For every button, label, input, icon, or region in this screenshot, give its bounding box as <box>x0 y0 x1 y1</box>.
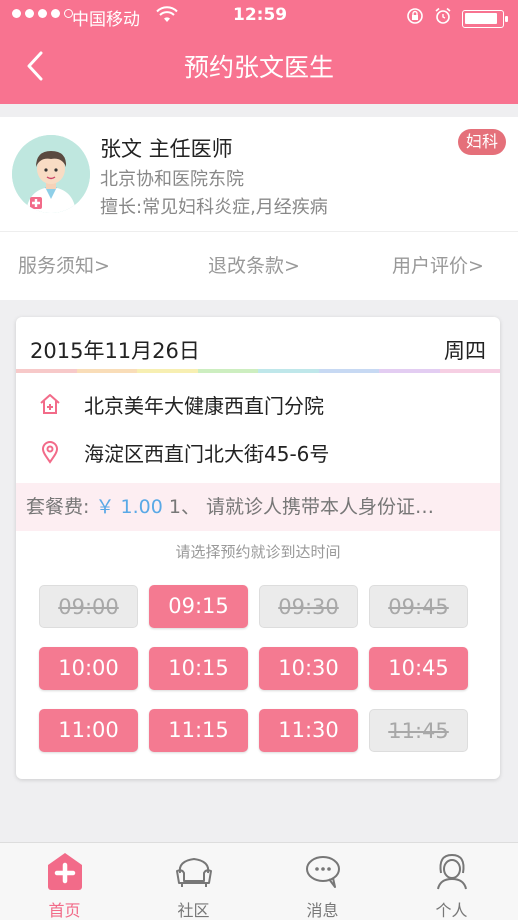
tab-label: 社区 <box>177 901 210 920</box>
time-slot-button[interactable]: 11:00 <box>39 709 138 752</box>
rotation-lock-icon <box>406 7 424 30</box>
clinic-address: 海淀区西直门北大街45-6号 <box>84 441 330 466</box>
department-tag: 妇科 <box>457 129 506 155</box>
time-slot-button: 09:45 <box>369 585 468 628</box>
back-button[interactable] <box>20 48 50 84</box>
tab-label: 消息 <box>306 901 339 920</box>
address-row: 海淀区西直门北大街45-6号 <box>16 428 500 476</box>
time-slot-button[interactable]: 11:15 <box>149 709 248 752</box>
alarm-icon <box>434 7 452 30</box>
appointment-weekday: 周四 <box>444 339 486 363</box>
tab-community[interactable]: 社区 <box>129 843 258 920</box>
signal-icon <box>12 9 73 18</box>
user-reviews-link[interactable]: 用户评价> <box>392 232 484 301</box>
time-slot-button[interactable]: 11:30 <box>259 709 358 752</box>
tab-home[interactable]: 首页 <box>0 843 129 920</box>
home-icon <box>45 851 85 891</box>
doctor-hospital: 北京协和医院东院 <box>100 169 244 190</box>
info-links: 服务须知> 退改条款> 用户评价> <box>0 231 518 300</box>
header: 中国移动 12:59 预约张文医生 <box>0 0 518 104</box>
time-slot-button: 11:45 <box>369 709 468 752</box>
sofa-icon <box>174 851 214 891</box>
refund-policy-link[interactable]: 退改条款> <box>208 232 300 301</box>
doctor-specialty: 擅长:常见妇科炎症,月经疾病 <box>100 197 328 218</box>
time-slot-button[interactable]: 10:15 <box>149 647 248 690</box>
person-icon <box>432 851 472 891</box>
time-slot-button[interactable]: 10:45 <box>369 647 468 690</box>
doctor-name: 张文 主任医师 <box>100 137 233 161</box>
house-icon <box>38 392 62 416</box>
time-slot-button[interactable]: 10:30 <box>259 647 358 690</box>
tab-profile[interactable]: 个人 <box>387 843 516 920</box>
appointment-card: 2015年11月26日 周四 北京美年大健康西直门分院 海淀区西直门北大街45-… <box>16 317 500 779</box>
clinic-name: 北京美年大健康西直门分院 <box>84 393 324 418</box>
time-prompt: 请选择预约就诊到达时间 <box>175 543 341 561</box>
fee-note: 1、 请就诊人携带本人身份证… <box>162 496 434 518</box>
doctor-card: 张文 主任医师 北京协和医院东院 擅长:常见妇科炎症,月经疾病 妇科 <box>0 117 518 231</box>
chat-bubble-icon <box>303 851 343 891</box>
status-bar: 中国移动 12:59 <box>0 0 518 32</box>
time-slot-button: 09:00 <box>39 585 138 628</box>
fee-amount: ￥ 1.00 <box>95 496 163 518</box>
tab-label: 首页 <box>48 901 81 920</box>
clinic-row: 北京美年大健康西直门分院 <box>16 380 500 428</box>
tab-label: 个人 <box>435 901 468 920</box>
fee-row: 套餐费: ￥ 1.00 1、 请就诊人携带本人身份证… <box>16 483 500 531</box>
fee-label: 套餐费: <box>26 496 90 518</box>
wifi-icon <box>156 6 178 29</box>
chevron-left-icon <box>27 51 43 81</box>
location-pin-icon <box>38 440 62 464</box>
time-slot-button: 09:30 <box>259 585 358 628</box>
appointment-date: 2015年11月26日 <box>30 339 200 363</box>
tab-bar: 首页 社区 消息 个人 <box>0 842 518 920</box>
service-notice-link[interactable]: 服务须知> <box>18 232 110 301</box>
time-slot-button[interactable]: 09:15 <box>149 585 248 628</box>
date-divider <box>16 369 500 373</box>
doctor-avatar <box>12 135 90 213</box>
carrier-label: 中国移动 <box>72 10 140 30</box>
time-slot-button[interactable]: 10:00 <box>39 647 138 690</box>
battery-icon <box>462 9 508 28</box>
page-title: 预约张文医生 <box>183 53 334 82</box>
tab-messages[interactable]: 消息 <box>258 843 387 920</box>
clock-time: 12:59 <box>233 5 288 25</box>
